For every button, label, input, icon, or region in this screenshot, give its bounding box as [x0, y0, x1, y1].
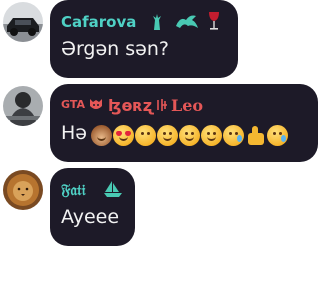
statue-of-liberty-icon [149, 12, 165, 36]
squint-tongue-face-icon [201, 125, 222, 146]
message-bubble[interactable]: 𝔉𝔞𝔱𝔦 Ayeee [50, 168, 135, 246]
message-text: Ayeee [61, 206, 120, 228]
sad-face-icon [223, 125, 244, 146]
boat-icon [103, 180, 123, 202]
avatar-lion[interactable] [3, 170, 43, 210]
author-name[interactable]: ɮɵʀʐ [108, 96, 154, 115]
avatar-car[interactable] [3, 2, 43, 42]
message-bubble[interactable]: Cafarova Ərgən sən? [50, 0, 238, 78]
thumbs-up-icon [245, 125, 266, 146]
see-no-evil-monkey-icon [91, 125, 112, 146]
author-suffix: Leo [171, 96, 204, 115]
avatar-biker[interactable] [3, 86, 43, 126]
message-text: Hə [61, 122, 87, 144]
tiger-icon [88, 96, 104, 116]
message-bubble[interactable]: GTA ɮɵʀʐ Leo Hə [50, 84, 318, 162]
crying-face-icon [267, 125, 288, 146]
wine-glass-icon [206, 10, 222, 36]
author-prefix: GTA [61, 98, 85, 111]
author-name[interactable]: Cafarova [61, 13, 136, 31]
message-text: Ərgən sən? [61, 38, 169, 60]
author-name[interactable]: 𝔉𝔞𝔱𝔦 [61, 181, 85, 199]
emoji-row [91, 125, 288, 146]
pensive-face-icon [157, 125, 178, 146]
dragon-icon [174, 12, 200, 34]
smirk-face-icon [179, 125, 200, 146]
heart-eyes-icon [113, 125, 134, 146]
worried-face-icon [135, 125, 156, 146]
kanji-icon [156, 97, 168, 116]
